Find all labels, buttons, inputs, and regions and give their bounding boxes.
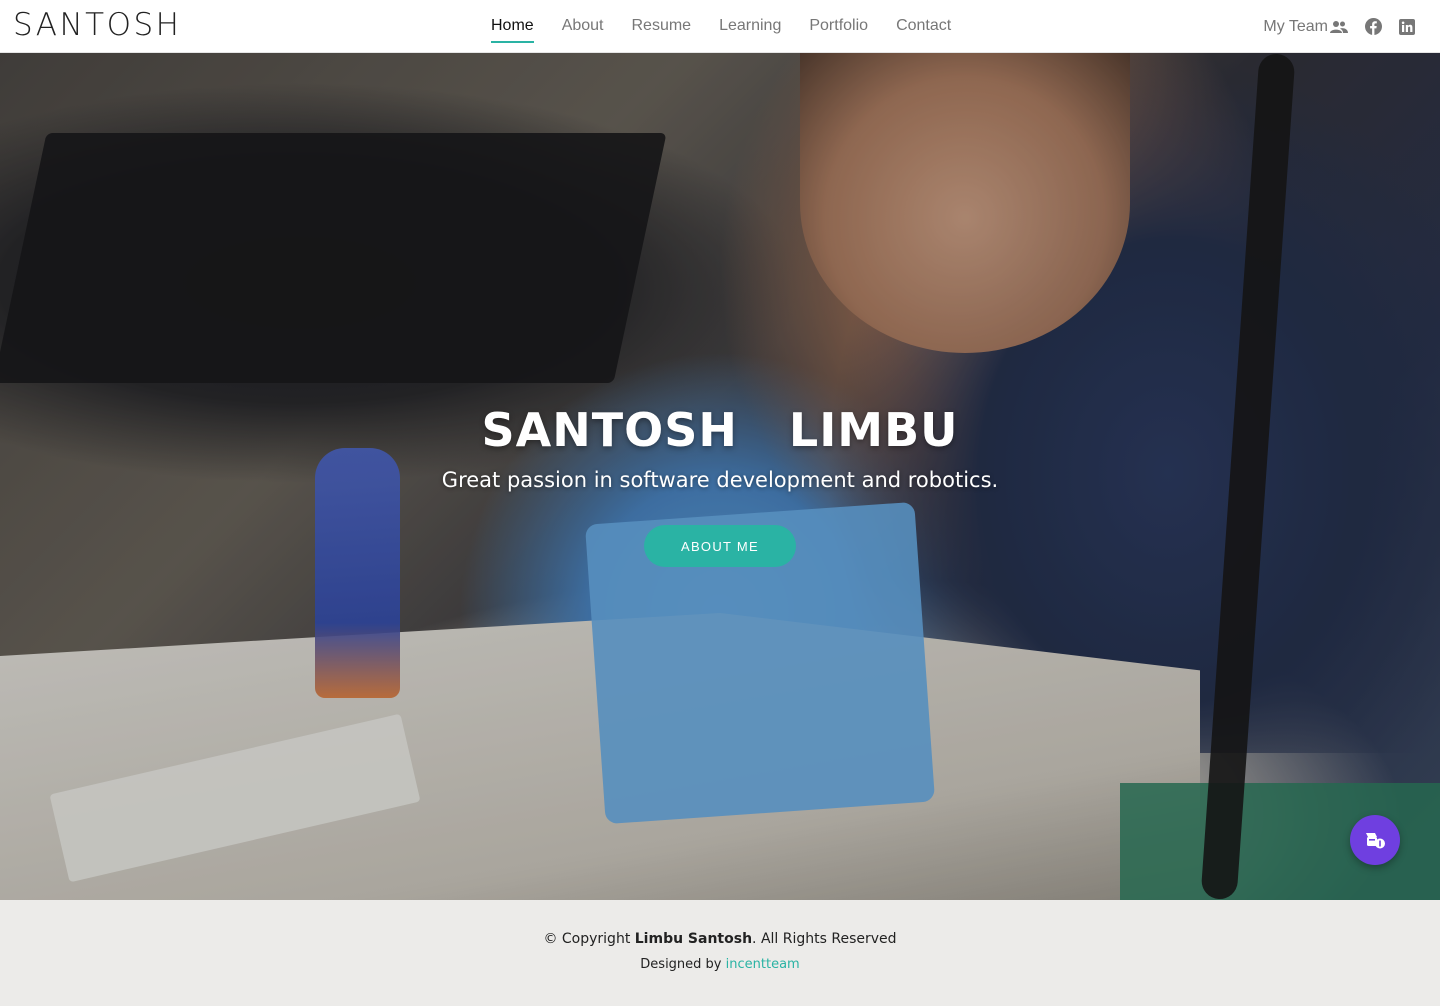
copyright-name: Limbu Santosh: [634, 931, 753, 947]
linkedin-icon[interactable]: [1398, 18, 1416, 36]
my-team-label: My Team: [1263, 17, 1328, 35]
copyright-prefix: © Copyright: [543, 931, 635, 947]
donate-button[interactable]: [1350, 815, 1400, 865]
main-nav: Home About Resume Learning Portfolio Con…: [491, 0, 951, 53]
nav-contact[interactable]: Contact: [896, 0, 951, 53]
about-me-button[interactable]: ABOUT ME: [644, 525, 796, 567]
credits-text: Designed by incentteam: [0, 957, 1440, 972]
copyright-suffix: . All Rights Reserved: [752, 931, 897, 947]
nav-resume[interactable]: Resume: [632, 0, 692, 53]
hero-subtitle: Great passion in software development an…: [441, 468, 999, 492]
hero-section: SANTOSH LIMBU Great passion in software …: [0, 53, 1440, 900]
designed-by-label: Designed by: [640, 957, 726, 972]
header-right-links: My Team: [1263, 0, 1416, 53]
my-team-link[interactable]: My Team: [1263, 18, 1348, 36]
site-footer: © Copyright Limbu Santosh. All Rights Re…: [0, 900, 1440, 1006]
nav-about[interactable]: About: [562, 0, 604, 53]
nav-home[interactable]: Home: [491, 0, 534, 53]
nav-learning[interactable]: Learning: [719, 0, 781, 53]
site-logo[interactable]: SANTOSH: [13, 7, 181, 43]
users-icon: [1330, 20, 1348, 34]
copyright-text: © Copyright Limbu Santosh. All Rights Re…: [0, 931, 1440, 947]
site-header: SANTOSH Home About Resume Learning Portf…: [0, 0, 1440, 53]
donate-icon: [1364, 830, 1386, 850]
hero-title: SANTOSH LIMBU: [481, 403, 959, 457]
facebook-icon[interactable]: [1364, 18, 1382, 36]
nav-portfolio[interactable]: Portfolio: [809, 0, 868, 53]
designer-link[interactable]: incentteam: [726, 957, 800, 972]
